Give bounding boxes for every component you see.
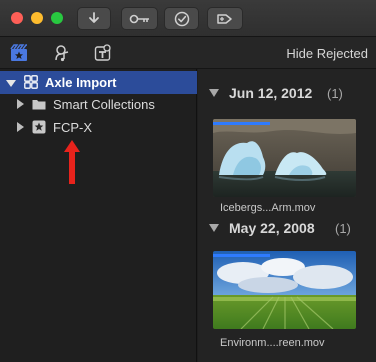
sidebar-item-label: FCP-X [53, 120, 92, 135]
import-button[interactable] [77, 7, 111, 30]
close-window-button[interactable] [11, 12, 23, 24]
disclosure-open-icon[interactable] [6, 78, 16, 88]
hide-rejected-filter[interactable]: Hide Rejected [286, 46, 368, 61]
date-group-header[interactable]: May 22, 2008 (1) [198, 216, 376, 240]
clip-thumbnail[interactable] [213, 251, 356, 329]
clip-progress-bar [213, 122, 271, 125]
photos-audio-icon[interactable] [52, 44, 70, 62]
event-browser: Jun 12, 2012 (1) Icebergs...Arm.mov May … [198, 69, 376, 362]
sidebar-item-fcp-x[interactable]: FCP-X [0, 116, 197, 139]
window-toolbar [0, 0, 376, 37]
keywords-button[interactable] [121, 7, 158, 30]
clip-count: (1) [335, 221, 351, 236]
download-arrow-icon [89, 11, 99, 23]
background-tasks-button[interactable] [164, 7, 199, 30]
field-sky-image [213, 251, 356, 329]
titles-generators-icon[interactable] [94, 44, 112, 62]
key-icon [129, 14, 149, 23]
date-group-header[interactable]: Jun 12, 2012 (1) [198, 81, 376, 105]
clip-name: Environm....reen.mov [220, 337, 325, 349]
checkmark-circle-icon [174, 11, 189, 26]
event-star-icon [32, 120, 46, 134]
zoom-window-button[interactable] [51, 12, 63, 24]
disclosure-open-icon[interactable] [209, 89, 219, 97]
clip-name: Icebergs...Arm.mov [220, 202, 316, 214]
clip-thumbnail[interactable] [213, 119, 356, 197]
disclosure-closed-icon[interactable] [15, 122, 25, 132]
share-icon [217, 13, 232, 24]
browser-toolbar: Hide Rejected [0, 37, 376, 69]
annotation-arrow-icon [64, 140, 80, 184]
folder-icon [32, 100, 46, 110]
library-grid-icon [24, 75, 38, 89]
library-label: Axle Import [45, 75, 117, 90]
libraries-sidebar: Axle Import Smart Collections FCP-X [0, 69, 197, 362]
libraries-icon[interactable] [10, 44, 28, 62]
share-button[interactable] [207, 7, 243, 30]
sidebar-item-smart-collections[interactable]: Smart Collections [0, 93, 197, 116]
sidebar-item-label: Smart Collections [53, 97, 155, 112]
clip-progress-bar [213, 254, 271, 257]
date-label: May 22, 2008 [229, 220, 315, 236]
clip-count: (1) [327, 86, 343, 101]
iceberg-image [213, 119, 356, 197]
library-row-axle-import[interactable]: Axle Import [0, 71, 197, 94]
disclosure-closed-icon[interactable] [15, 99, 25, 109]
disclosure-open-icon[interactable] [209, 224, 219, 232]
minimize-window-button[interactable] [31, 12, 43, 24]
date-label: Jun 12, 2012 [229, 85, 313, 101]
